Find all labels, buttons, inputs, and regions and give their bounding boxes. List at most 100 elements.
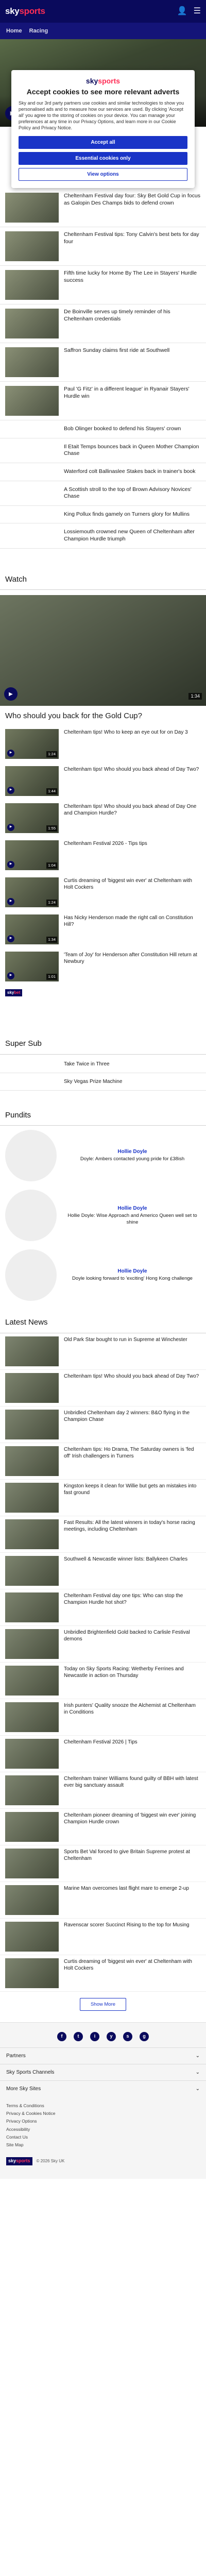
footer-link[interactable]: Contact Us [6,2133,200,2141]
site-header: skysports 👤 ☰ [0,0,206,23]
sky-bet-badge[interactable]: skybet [5,989,23,997]
pundit-card[interactable]: Hollie Doyle Hollie Doyle: Wise Approach… [0,1185,206,1245]
sub-navigation: Home Racing [0,23,206,39]
video-title: 'Team of Joy' for Henderson after Consti… [64,952,197,964]
news-item[interactable]: Ravenscar scorer Succinct Rising to the … [0,1919,206,1955]
news-thumbnail [5,1446,59,1476]
show-more-button[interactable]: Show More [79,1997,127,2011]
news-thumbnail [5,1409,59,1439]
news-item[interactable]: Today on Sky Sports Racing: Wetherby Fer… [0,1663,206,1699]
video-list-item[interactable]: ▶ 1:01 'Team of Joy' for Henderson after … [0,948,206,985]
super-sub-item[interactable]: Sky Vegas Prize Machine [0,1073,206,1091]
headline-item[interactable]: Fifth time lucky for Home By The Lee in … [0,266,206,304]
news-item[interactable]: Kingston keeps it clean for Willie but g… [0,1480,206,1516]
news-item[interactable]: Fast Results: All the latest winners in … [0,1516,206,1553]
top-headlines-list: Cheltenham Festival day four: Sky Bet Go… [0,189,206,420]
news-headline: Old Park Star bought to run in Supreme a… [64,1336,187,1343]
news-item[interactable]: Cheltenham Festival day one tips: Who ca… [0,1589,206,1626]
headline-item[interactable]: Cheltenham Festival day four: Sky Bet Go… [0,189,206,227]
footer-accordion-partners[interactable]: Partners ⌄ [0,2047,206,2064]
news-item[interactable]: Cheltenham trainer Williams found guilty… [0,1772,206,1809]
subnav-item-racing[interactable]: Racing [29,27,48,35]
text-headline[interactable]: A Scottish stroll to the top of Brown Ad… [0,481,206,506]
news-item[interactable]: Old Park Star bought to run in Supreme a… [0,1333,206,1370]
super-sub-section-title: Super Sub [0,1031,206,1055]
snapchat-icon[interactable]: s [123,2031,132,2041]
pundit-card[interactable]: Hollie Doyle Doyle looking forward to 'e… [0,1245,206,1305]
news-headline: Cheltenham Festival day one tips: Who ca… [64,1592,183,1605]
text-headline[interactable]: Lossiemouth crowned new Queen of Chelten… [0,523,206,549]
text-headline[interactable]: Waterford colt Ballinaslee Stakes back i… [0,463,206,481]
featured-video[interactable]: ▶ 1:34 [0,595,206,706]
news-item[interactable]: Marine Man overcomes last flight mare to… [0,1882,206,1919]
sky-sports-logo[interactable]: skysports [5,6,45,17]
play-icon[interactable]: ▶ [4,687,18,701]
text-headlines-list: Bob Olinger booked to defend his Stayers… [0,420,206,549]
news-item[interactable]: Curtis dreaming of 'biggest win ever' at… [0,1955,206,1992]
text-headline[interactable]: Bob Olinger booked to defend his Stayers… [0,420,206,438]
user-icon[interactable]: 👤 [177,6,187,17]
headline-item[interactable]: Saffron Sunday claims first ride at Sout… [0,343,206,382]
news-thumbnail [5,1592,59,1622]
news-item[interactable]: Unbridled Brightenfield Gold backed to C… [0,1626,206,1663]
headline-text: Paul 'G Fitz' in a different league' in … [64,386,190,399]
video-list-item[interactable]: ▶ 1:24 Curtis dreaming of 'biggest win ev… [0,874,206,911]
footer-link[interactable]: Accessibility [6,2126,200,2133]
video-list-item[interactable]: ▶ 1:55 Cheltenham tips! Who should you ba… [0,800,206,837]
news-item[interactable]: Southwell & Newcastle winner lists: Ball… [0,1553,206,1589]
headline-item[interactable]: Paul 'G Fitz' in a different league' in … [0,382,206,420]
accordion-label: Partners [6,2053,26,2059]
logo-main: sky [5,6,20,16]
latest-news-section-title: Latest News [0,1310,206,1333]
pundit-avatar [5,1190,57,1242]
twitter-icon[interactable]: t [74,2031,83,2041]
news-item[interactable]: Cheltenham tips! Who should you back ahe… [0,1370,206,1406]
facebook-icon[interactable]: f [57,2031,66,2041]
subnav-item-home[interactable]: Home [6,27,22,35]
news-item[interactable]: Cheltenham pioneer dreaming of 'biggest … [0,1809,206,1845]
video-list-item[interactable]: ▶ 1:04 Cheltenham Festival 2026 - Tips ti… [0,837,206,874]
footer-link[interactable]: Terms & Conditions [6,2102,200,2110]
tiktok-icon[interactable]: g [140,2031,149,2041]
footer-link[interactable]: Site Map [6,2141,200,2149]
view-options-button[interactable]: View options [19,168,187,181]
news-headline: Marine Man overcomes last flight mare to… [64,1885,189,1891]
video-list-item[interactable]: ▶ 1:34 Has Nicky Henderson made the right… [0,911,206,948]
accordion-label: More Sky Sites [6,2086,41,2092]
news-item[interactable]: Irish punters' Quality snooze the Alchem… [0,1699,206,1736]
video-duration: 1:04 [46,862,57,869]
menu-icon[interactable]: ☰ [194,6,201,17]
super-sub-item[interactable]: Take Twice in Three [0,1055,206,1073]
video-list-item[interactable]: ▶ 1:44 Cheltenham tips! Who should you ba… [0,762,206,800]
instagram-icon[interactable]: i [90,2031,99,2041]
text-headline[interactable]: King Pollux finds gamely on Turners glor… [0,506,206,524]
pundit-card[interactable]: Hollie Doyle Doyle: Ambers contacted you… [0,1126,206,1185]
footer-link[interactable]: Privacy Options [6,2117,200,2125]
news-thumbnail [5,1738,59,1769]
footer-accordion-more-sites[interactable]: More Sky Sites ⌄ [0,2080,206,2097]
footer-link[interactable]: Privacy & Cookies Notice [6,2110,200,2117]
essential-cookies-button[interactable]: Essential cookies only [19,152,187,165]
news-item[interactable]: Sports Bet Val forced to give Britain Su… [0,1845,206,1882]
text-headline[interactable]: Il Etait Temps bounces back in Queen Mot… [0,438,206,463]
featured-video-title[interactable]: Who should you back for the Gold Cup? [0,706,206,725]
headline-item[interactable]: Cheltenham Festival tips: Tony Calvin's … [0,227,206,266]
play-icon: ▶ [7,935,14,942]
footer-logo[interactable]: skysports [6,2157,32,2166]
cookie-dialog-logo: skysports [19,76,187,86]
news-item[interactable]: Cheltenham Festival 2026 | Tips [0,1736,206,1772]
news-item[interactable]: Unbridled Cheltenham day 2 winners: B&O … [0,1406,206,1443]
news-thumbnail [5,1811,59,1842]
cookie-consent-dialog: skysports Accept cookies to see more rel… [11,70,195,189]
news-headline: Unbridled Brightenfield Gold backed to C… [64,1629,190,1642]
headline-item[interactable]: De Boinville serves up timely reminder o… [0,304,206,343]
news-item[interactable]: Cheltenham tips: Ho Drama, The Saturday … [0,1443,206,1480]
news-thumbnail [5,1519,59,1549]
video-list-item[interactable]: ▶ 1:24 Cheltenham tips! Who to keep an ey… [0,725,206,762]
news-thumbnail [5,1482,59,1513]
headline-thumbnail [5,270,59,300]
footer-accordion-channels[interactable]: Sky Sports Channels ⌄ [0,2063,206,2080]
accept-all-button[interactable]: Accept all [19,136,187,149]
headline-text: Saffron Sunday claims first ride at Sout… [64,347,170,353]
youtube-icon[interactable]: y [107,2031,116,2041]
